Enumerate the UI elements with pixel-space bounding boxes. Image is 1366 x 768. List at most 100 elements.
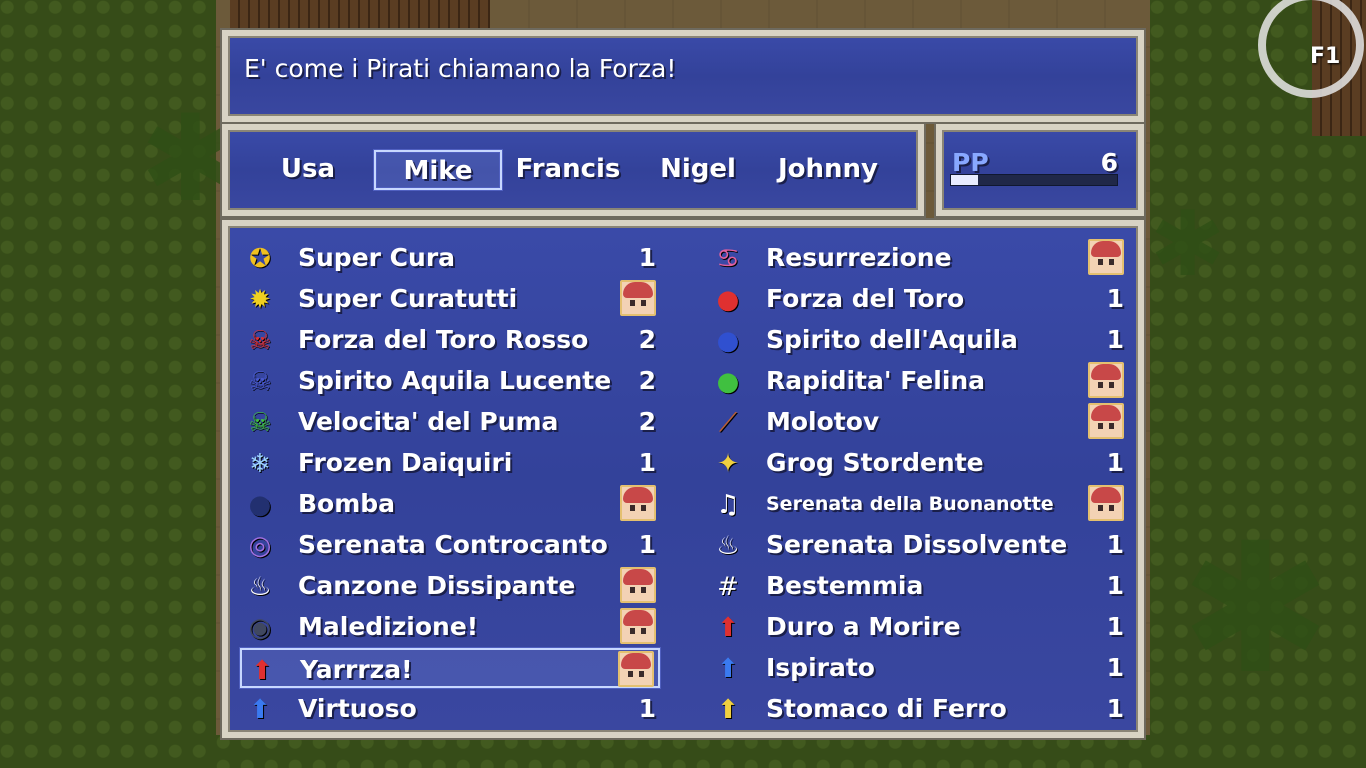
item-quantity: 1 — [1106, 612, 1124, 641]
item-quantity: 1 — [1106, 325, 1124, 354]
item-row[interactable]: ✦ Grog Stordente 1 — [708, 443, 1128, 483]
item-quantity: 1 — [1106, 448, 1124, 477]
item-row[interactable]: ◉ Maledizione! — [240, 607, 660, 647]
actor-face-icon — [620, 485, 656, 521]
item-name: Spirito dell'Aquila — [766, 325, 1018, 354]
actor-tab-nigel[interactable]: Nigel — [634, 150, 762, 190]
green-potion-icon: ● — [716, 367, 740, 397]
item-row[interactable]: ◎ Serenata Controcanto 1 — [240, 525, 660, 565]
actor-select-window: Usa Mike Francis Nigel Johnny — [222, 124, 924, 216]
item-row[interactable]: ☠ Velocita' del Puma 2 — [240, 402, 660, 442]
item-name: Velocita' del Puma — [298, 407, 559, 436]
grass-bottom — [216, 735, 1150, 768]
item-row[interactable]: ⬆ Stomaco di Ferro 1 — [708, 689, 1128, 729]
item-name: Virtuoso — [298, 694, 417, 723]
item-name: Rapidita' Felina — [766, 366, 986, 395]
item-row[interactable]: ⬆ Yarrrza! — [240, 648, 660, 688]
item-name: Bestemmia — [766, 571, 924, 600]
item-name: Canzone Dissipante — [298, 571, 576, 600]
item-row[interactable]: ⬆ Duro a Morire 1 — [708, 607, 1128, 647]
palm-tree: ✱ — [1150, 192, 1226, 297]
spi-up-icon: ⬆ — [249, 695, 271, 725]
mp-up-icon: ⬆ — [717, 654, 739, 684]
item-name: Ispirato — [766, 653, 875, 682]
dispel-song-icon: ♨ — [248, 572, 272, 602]
green-skull-potion-icon: ☠ — [248, 408, 272, 438]
daiquiri-icon: ❄ — [249, 449, 271, 479]
item-row[interactable]: ♫ Serenata della Buonanotte — [708, 484, 1128, 524]
actor-tab-johnny[interactable]: Johnny — [764, 150, 892, 190]
item-row[interactable]: ● Spirito dell'Aquila 1 — [708, 320, 1128, 360]
item-name: Forza del Toro — [766, 284, 965, 313]
blue-potion-icon: ● — [716, 326, 740, 356]
pp-window: PP 6 — [936, 124, 1144, 216]
actor-face-icon — [1088, 362, 1124, 398]
palm-tree: ✱ — [1180, 505, 1331, 714]
item-row[interactable]: ♋ Resurrezione — [708, 238, 1128, 278]
item-quantity: 2 — [638, 366, 656, 395]
item-name: Super Curatutti — [298, 284, 518, 313]
actor-face-icon — [1088, 485, 1124, 521]
item-quantity: 1 — [1106, 284, 1124, 313]
item-quantity: 2 — [638, 325, 656, 354]
item-quantity: 1 — [1106, 530, 1124, 559]
item-name: Molotov — [766, 407, 880, 436]
item-quantity: 1 — [1106, 653, 1124, 682]
actor-face-icon — [620, 567, 656, 603]
item-name: Spirito Aquila Lucente — [298, 366, 612, 395]
item-row[interactable]: ✹ Super Curatutti — [240, 279, 660, 319]
sleep-song-icon: ♫ — [716, 490, 740, 520]
red-skull-potion-icon: ☠ — [248, 326, 272, 356]
item-name: Forza del Toro Rosso — [298, 325, 589, 354]
curse-icon: ◉ — [248, 613, 272, 643]
pp-gauge-fill — [951, 175, 978, 185]
actor-face-icon — [1088, 403, 1124, 439]
item-quantity: 1 — [638, 530, 656, 559]
item-quantity: 1 — [1106, 571, 1124, 600]
item-name: Serenata della Buonanotte — [766, 493, 1054, 515]
pp-gauge — [950, 174, 1118, 186]
item-row[interactable]: ♨ Canzone Dissipante — [240, 566, 660, 606]
item-quantity: 2 — [638, 407, 656, 436]
heal-all-icon: ✹ — [249, 285, 271, 315]
item-row[interactable]: ● Bomba — [240, 484, 660, 524]
grog-icon: ✦ — [717, 449, 739, 479]
item-name: Stomaco di Ferro — [766, 694, 1007, 723]
res-up-icon: ⬆ — [717, 695, 739, 725]
item-row[interactable]: ● Forza del Toro 1 — [708, 279, 1128, 319]
hp-up-icon: ⬆ — [717, 613, 739, 643]
help-window: E' come i Pirati chiamano la Forza! — [222, 30, 1144, 122]
actor-tab-francis[interactable]: Francis — [504, 150, 632, 190]
item-row[interactable]: ⬆ Virtuoso 1 — [240, 689, 660, 729]
item-name: Frozen Daiquiri — [298, 448, 513, 477]
item-quantity: 1 — [638, 448, 656, 477]
pp-label: PP — [952, 148, 989, 177]
red-potion-icon: ● — [716, 285, 740, 315]
item-quantity: 1 — [638, 694, 656, 723]
actor-face-icon — [620, 280, 656, 316]
actor-face-icon — [620, 608, 656, 644]
item-list-window: ✪ Super Cura 1 ✹ Super Curatutti ☠ Forza del T… — [222, 220, 1144, 738]
item-row[interactable]: # Bestemmia 1 — [708, 566, 1128, 606]
actor-tab-usa[interactable]: Usa — [244, 150, 372, 190]
molotov-icon: ⟋ — [718, 408, 738, 438]
actor-tab-mike[interactable]: Mike — [374, 150, 502, 190]
help-text: E' come i Pirati chiamano la Forza! — [244, 54, 677, 83]
pp-value: 6 — [1100, 148, 1118, 177]
item-name: Yarrrza! — [300, 655, 413, 684]
item-name: Bomba — [298, 489, 396, 518]
item-row[interactable]: ☠ Spirito Aquila Lucente 2 — [240, 361, 660, 401]
heal-icon: ✪ — [249, 244, 271, 274]
item-row[interactable]: ♨ Serenata Dissolvente 1 — [708, 525, 1128, 565]
item-quantity: 1 — [1106, 694, 1124, 723]
item-row[interactable]: ✪ Super Cura 1 — [240, 238, 660, 278]
item-row[interactable]: ● Rapidita' Felina — [708, 361, 1128, 401]
item-row[interactable]: ⬆ Ispirato 1 — [708, 648, 1128, 688]
dissolve-song-icon: ♨ — [716, 531, 740, 561]
item-row[interactable]: ⟋ Molotov — [708, 402, 1128, 442]
actor-face-icon — [618, 651, 654, 687]
item-row[interactable]: ❄ Frozen Daiquiri 1 — [240, 443, 660, 483]
blue-skull-potion-icon: ☠ — [248, 367, 272, 397]
item-name: Grog Stordente — [766, 448, 984, 477]
item-row[interactable]: ☠ Forza del Toro Rosso 2 — [240, 320, 660, 360]
